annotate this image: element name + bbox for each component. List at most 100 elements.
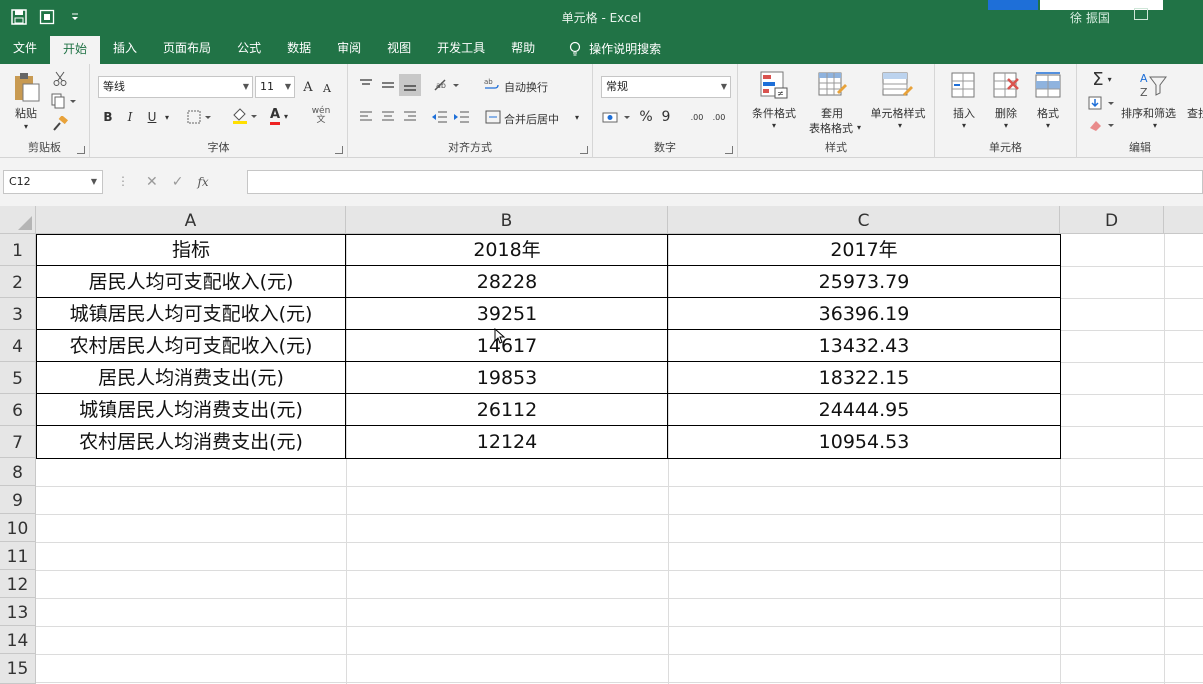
grow-font-button[interactable]: A — [300, 78, 316, 96]
cell-a1[interactable]: 指标 — [36, 234, 346, 266]
row-header-7[interactable]: 7 — [0, 426, 36, 458]
conditional-dropdown-icon[interactable]: ▾ — [766, 120, 782, 130]
cell-a4[interactable]: 农村居民人均可支配收入(元) — [36, 330, 346, 362]
row-header-5[interactable]: 5 — [0, 362, 36, 394]
insert-function-icon[interactable]: fx — [197, 175, 208, 189]
paste-icon[interactable] — [8, 70, 44, 104]
comma-style-button[interactable]: 9 — [659, 108, 673, 126]
column-header-c[interactable]: C — [668, 206, 1060, 234]
font-color-button[interactable]: A ▾ — [264, 106, 294, 126]
cell-a3[interactable]: 城镇居民人均可支配收入(元) — [36, 298, 346, 330]
user-name[interactable]: 徐 振国 — [1070, 9, 1110, 26]
wrap-text-button[interactable]: 自动换行 — [504, 79, 548, 95]
tab-view[interactable]: 视图 — [374, 34, 424, 64]
bold-button[interactable]: B — [100, 108, 116, 126]
delete-cells-button[interactable]: 删除 — [989, 105, 1023, 121]
row-header-4[interactable]: 4 — [0, 330, 36, 362]
font-size-select[interactable]: 11 ▼ — [255, 76, 295, 98]
tab-file[interactable]: 文件 — [0, 34, 50, 64]
align-center-icon[interactable] — [378, 108, 398, 126]
cell-c5[interactable]: 18322.15 — [668, 362, 1060, 394]
column-header-b[interactable]: B — [346, 206, 668, 234]
cell-a7[interactable]: 农村居民人均消费支出(元) — [36, 426, 346, 458]
clipboard-launcher-icon[interactable] — [77, 146, 85, 154]
cell-b4[interactable]: 14617 — [346, 330, 668, 362]
align-right-icon[interactable] — [400, 108, 420, 126]
merge-center-button[interactable]: 合并后居中 — [504, 111, 559, 127]
insert-dropdown-icon[interactable]: ▾ — [956, 120, 972, 130]
tell-me-box[interactable]: 操作说明搜索 — [556, 34, 674, 64]
decrease-decimal-button[interactable]: .00 — [709, 106, 729, 128]
tab-home[interactable]: 开始 — [50, 36, 101, 64]
delete-cells-icon[interactable] — [991, 70, 1021, 100]
align-top-icon[interactable] — [356, 76, 376, 94]
sort-filter-dropdown-icon[interactable]: ▾ — [1147, 120, 1163, 130]
select-all-button[interactable] — [0, 206, 36, 234]
cell-b2[interactable]: 28228 — [346, 266, 668, 298]
cell-b3[interactable]: 39251 — [346, 298, 668, 330]
cell-c2[interactable]: 25973.79 — [668, 266, 1060, 298]
format-cells-icon[interactable] — [1033, 70, 1063, 100]
cell-c4[interactable]: 13432.43 — [668, 330, 1060, 362]
row-header-1[interactable]: 1 — [0, 234, 36, 266]
row-header-2[interactable]: 2 — [0, 266, 36, 298]
paste-dropdown-icon[interactable]: ▾ — [16, 121, 36, 131]
format-dropdown-icon[interactable]: ▾ — [1040, 120, 1056, 130]
tab-page-layout[interactable]: 页面布局 — [150, 34, 224, 64]
clear-icon[interactable] — [1087, 116, 1117, 134]
shrink-font-button[interactable]: A — [320, 80, 334, 96]
decrease-indent-icon[interactable] — [430, 108, 450, 126]
tab-help[interactable]: 帮助 — [498, 34, 548, 64]
fill-color-icon[interactable] — [230, 106, 260, 126]
cell-c7[interactable]: 10954.53 — [668, 426, 1060, 458]
row-header-12[interactable]: 12 — [0, 570, 36, 598]
border-icon[interactable] — [186, 108, 214, 126]
increase-decimal-button[interactable]: .00 — [687, 106, 707, 128]
tab-developer[interactable]: 开发工具 — [424, 34, 498, 64]
underline-dropdown-icon[interactable]: ▾ — [162, 110, 172, 124]
cell-b6[interactable]: 26112 — [346, 394, 668, 426]
cell-a5[interactable]: 居民人均消费支出(元) — [36, 362, 346, 394]
underline-button[interactable]: U — [144, 108, 160, 126]
ribbon-display-options-icon[interactable] — [1134, 8, 1148, 20]
name-box[interactable]: C12 ▼ — [3, 170, 103, 194]
formula-input[interactable] — [247, 170, 1203, 194]
row-header-9[interactable]: 9 — [0, 486, 36, 514]
cell-c3[interactable]: 36396.19 — [668, 298, 1060, 330]
cell-styles-icon[interactable] — [880, 70, 914, 100]
tab-insert[interactable]: 插入 — [100, 34, 150, 64]
tab-data[interactable]: 数据 — [274, 34, 324, 64]
insert-cells-button[interactable]: 插入 — [947, 105, 981, 121]
column-header-d[interactable]: D — [1060, 206, 1164, 234]
number-launcher-icon[interactable] — [725, 146, 733, 154]
format-table-dropdown-icon[interactable]: ▾ — [854, 122, 864, 132]
fill-icon[interactable] — [1087, 94, 1117, 112]
align-bottom-icon[interactable] — [399, 74, 421, 96]
font-launcher-icon[interactable] — [335, 146, 343, 154]
merge-dropdown-icon[interactable]: ▾ — [572, 110, 582, 124]
merge-center-icon[interactable] — [484, 108, 502, 126]
align-left-icon[interactable] — [356, 108, 376, 126]
percent-style-button[interactable]: % — [639, 108, 653, 126]
conditional-formatting-icon[interactable]: ≠ — [758, 70, 790, 100]
sort-filter-button[interactable]: 排序和筛选 — [1121, 105, 1176, 121]
cell-styles-dropdown-icon[interactable]: ▾ — [892, 120, 908, 130]
orientation-icon[interactable]: ab — [432, 76, 462, 94]
format-cells-button[interactable]: 格式 — [1031, 105, 1065, 121]
row-header-10[interactable]: 10 — [0, 514, 36, 542]
wrap-text-icon[interactable]: ab — [482, 76, 502, 94]
increase-indent-icon[interactable] — [452, 108, 472, 126]
tab-review[interactable]: 审阅 — [324, 34, 374, 64]
phonetic-guide-button[interactable]: wén 文 — [305, 104, 337, 128]
autosum-button[interactable]: Σ ▾ — [1087, 68, 1117, 90]
cell-c1[interactable]: 2017年 — [668, 234, 1060, 266]
find-select-button[interactable]: 查找 — [1187, 105, 1203, 121]
cell-a6[interactable]: 城镇居民人均消费支出(元) — [36, 394, 346, 426]
row-header-8[interactable]: 8 — [0, 458, 36, 486]
row-header-3[interactable]: 3 — [0, 298, 36, 330]
number-format-select[interactable]: 常规 ▼ — [601, 76, 731, 98]
cell-a2[interactable]: 居民人均可支配收入(元) — [36, 266, 346, 298]
column-header-a[interactable]: A — [36, 206, 346, 234]
cell-b5[interactable]: 19853 — [346, 362, 668, 394]
cell-styles-button[interactable]: 单元格样式 — [864, 105, 932, 121]
